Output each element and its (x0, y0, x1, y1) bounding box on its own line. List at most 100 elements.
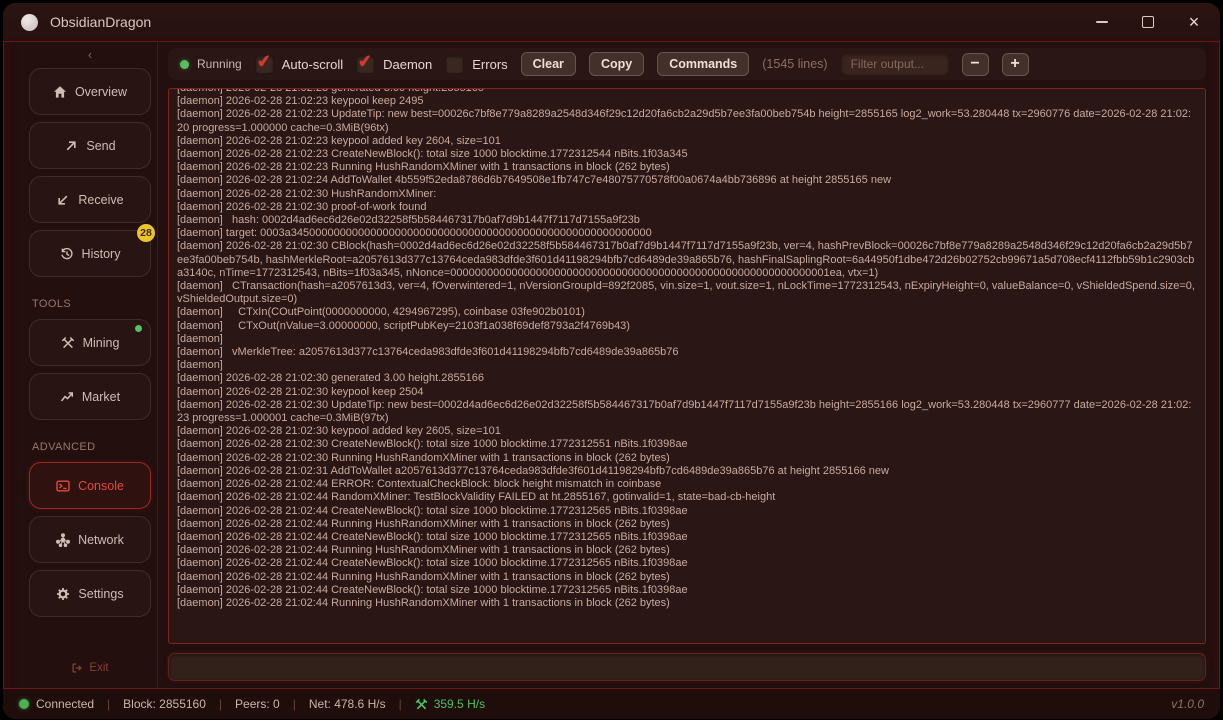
history-badge: 28 (137, 224, 155, 242)
mining-icon (415, 698, 428, 711)
log-line: [daemon] 2026-02-28 21:02:30 keypool add… (177, 425, 1197, 438)
local-hashrate: 359.5 H/s (415, 697, 485, 711)
log-line: [daemon] 2026-02-28 21:02:30 HushRandomX… (177, 188, 1197, 201)
log-line: [daemon] target: 0003a345000000000000000… (177, 227, 1197, 240)
exit-label: Exit (89, 662, 108, 674)
sidebar-item-network[interactable]: Network (29, 516, 151, 563)
log-line: [daemon] 2026-02-28 21:02:31 AddToWallet… (177, 465, 1197, 478)
running-status-label: Running (197, 57, 242, 71)
autoscroll-checkbox-group[interactable]: Auto-scroll (255, 55, 343, 74)
font-larger-button[interactable]: + (1002, 53, 1029, 76)
close-button[interactable]: × (1186, 14, 1202, 30)
send-icon (64, 139, 78, 153)
app-version: v1.0.0 (1171, 697, 1204, 711)
app-window: ObsidianDragon × ‹ Overview Send Receive (3, 3, 1220, 719)
log-line: [daemon] (177, 359, 1197, 372)
sidebar-item-label: History (82, 247, 121, 261)
command-input[interactable] (168, 653, 1206, 681)
log-line: [daemon] 2026-02-28 21:02:23 Running Hus… (177, 161, 1197, 174)
log-line: [daemon] 2026-02-28 21:02:44 CreateNewBl… (177, 584, 1197, 597)
sidebar-item-settings[interactable]: Settings (29, 570, 151, 617)
connected-dot-icon (19, 699, 29, 709)
console-icon (56, 479, 70, 493)
statusbar-separator: | (219, 697, 222, 711)
sidebar-item-label: Settings (78, 587, 123, 601)
sidebar-item-market[interactable]: Market (29, 373, 151, 420)
minimize-icon (1096, 21, 1108, 23)
settings-icon (56, 587, 70, 601)
sidebar-item-console[interactable]: Console (29, 462, 151, 509)
sidebar: ‹ Overview Send Receive History 28 TOOLS (3, 42, 157, 688)
sidebar-item-overview[interactable]: Overview (29, 68, 151, 115)
log-line: [daemon] 2026-02-28 21:02:30 CreateNewBl… (177, 438, 1197, 451)
log-line: [daemon] 2026-02-28 21:02:44 Running Hus… (177, 544, 1197, 557)
commands-button[interactable]: Commands (657, 52, 749, 76)
exit-button[interactable]: Exit (65, 658, 114, 678)
tools-section-label: TOOLS (32, 298, 151, 310)
maximize-icon (1142, 16, 1154, 28)
sidebar-item-label: Receive (78, 193, 123, 207)
daemon-label: Daemon (383, 57, 432, 72)
exit-icon (71, 662, 83, 674)
app-logo-icon (21, 14, 38, 31)
network-icon (56, 533, 70, 547)
sidebar-item-label: Mining (83, 336, 120, 350)
advanced-section-label: ADVANCED (32, 441, 151, 453)
log-line: [daemon] 2026-02-28 21:02:44 CreateNewBl… (177, 505, 1197, 518)
connection-label: Connected (36, 697, 94, 711)
sidebar-item-label: Market (82, 390, 120, 404)
clear-button[interactable]: Clear (521, 52, 576, 76)
log-line: [daemon] 2026-02-28 21:02:23 keypool add… (177, 135, 1197, 148)
home-icon (53, 85, 67, 99)
log-line: [daemon] 2026-02-28 21:02:30 UpdateTip: … (177, 399, 1197, 425)
receive-icon (56, 193, 70, 207)
log-line: [daemon] 2026-02-28 21:02:44 CreateNewBl… (177, 531, 1197, 544)
log-line: [daemon] CTxIn(COutPoint(0000000000, 429… (177, 306, 1197, 319)
log-line: [daemon] 2026-02-28 21:02:30 keypool kee… (177, 386, 1197, 399)
log-line: [daemon] 2026-02-28 21:02:23 keypool kee… (177, 95, 1197, 108)
statusbar-separator: | (107, 697, 110, 711)
sidebar-item-label: Network (78, 533, 124, 547)
mining-running-dot (135, 325, 142, 332)
sidebar-item-mining[interactable]: Mining (29, 319, 151, 366)
copy-button[interactable]: Copy (589, 52, 644, 76)
log-line: [daemon] 2026-02-28 21:02:23 CreateNewBl… (177, 148, 1197, 161)
autoscroll-label: Auto-scroll (282, 57, 343, 72)
log-line: [daemon] hash: 0002d4ad6ec6d26e02d32258f… (177, 214, 1197, 227)
sidebar-collapse-button[interactable]: ‹ (88, 47, 92, 62)
block-height: Block: 2855160 (123, 697, 206, 711)
network-hashrate: Net: 478.6 H/s (309, 697, 386, 711)
log-line: [daemon] 2026-02-28 21:02:44 Running Hus… (177, 571, 1197, 584)
log-line: [daemon] CTxOut(nValue=3.00000000, scrip… (177, 320, 1197, 333)
autoscroll-checkbox[interactable] (255, 55, 274, 74)
lines-count: (1545 lines) (762, 57, 827, 71)
log-line: [daemon] 2026-02-28 21:02:23 UpdateTip: … (177, 108, 1197, 134)
errors-checkbox-group[interactable]: Errors (445, 55, 507, 74)
minimize-button[interactable] (1094, 14, 1110, 30)
log-line: [daemon] (177, 333, 1197, 346)
daemon-checkbox-group[interactable]: Daemon (356, 55, 432, 74)
log-line: [daemon] 2026-02-28 21:02:44 CreateNewBl… (177, 557, 1197, 570)
statusbar: Connected | Block: 2855160 | Peers: 0 | … (3, 688, 1220, 719)
log-line: [daemon] 2026-02-28 21:02:44 Running Hus… (177, 597, 1197, 610)
font-smaller-button[interactable]: − (962, 53, 989, 76)
log-line: [daemon] 2026-02-28 21:02:44 RandomXMine… (177, 491, 1197, 504)
sidebar-item-send[interactable]: Send (29, 122, 151, 169)
sidebar-item-receive[interactable]: Receive (29, 176, 151, 223)
daemon-checkbox[interactable] (356, 55, 375, 74)
filter-input[interactable] (841, 53, 949, 75)
errors-checkbox[interactable] (445, 55, 464, 74)
running-status-dot (180, 60, 189, 69)
sidebar-item-history[interactable]: History 28 (29, 230, 151, 277)
maximize-button[interactable] (1140, 14, 1156, 30)
log-line: [daemon] 2026-02-28 21:02:44 Running Hus… (177, 518, 1197, 531)
peers-count: Peers: 0 (235, 697, 280, 711)
log-line: [daemon] 2026-02-28 21:02:30 generated 3… (177, 372, 1197, 385)
console-log[interactable]: [daemon] 2026-02-28 21:02:23 generated 3… (168, 88, 1206, 644)
errors-label: Errors (472, 57, 507, 72)
titlebar: ObsidianDragon × (3, 3, 1220, 42)
log-line: [daemon] 2026-02-28 21:02:30 Running Hus… (177, 452, 1197, 465)
statusbar-separator: | (399, 697, 402, 711)
connection-status: Connected (19, 697, 94, 711)
console-toolbar: Running Auto-scroll Daemon Errors Clear … (168, 48, 1206, 80)
